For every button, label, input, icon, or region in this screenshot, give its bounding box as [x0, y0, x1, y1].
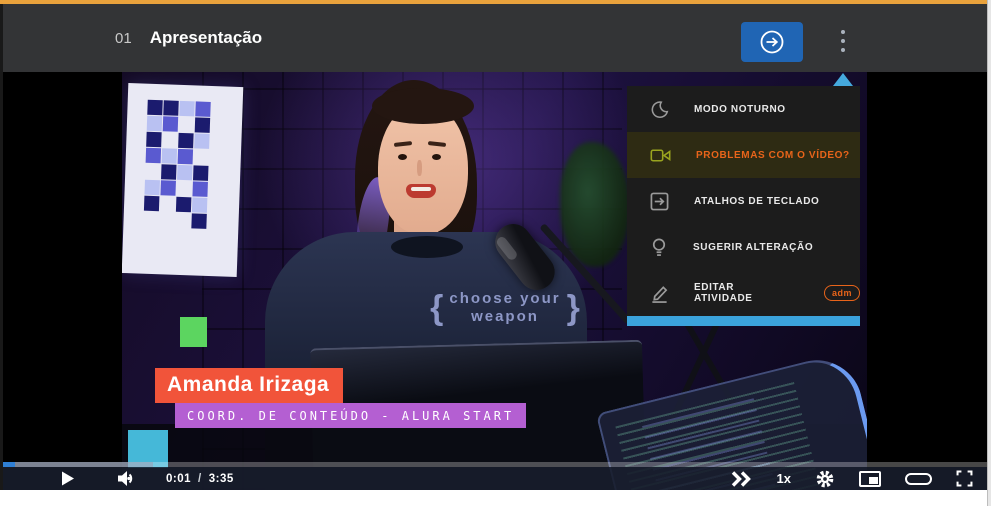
green-square-graphic	[180, 317, 207, 347]
plant	[560, 142, 630, 267]
lesson-number: 01	[115, 30, 132, 47]
skip-forward-button[interactable]	[731, 471, 753, 487]
tshirt-text: { choose your weapon }	[415, 290, 595, 326]
settings-gear-icon	[815, 469, 835, 489]
volume-icon	[117, 470, 138, 487]
lightbulb-icon	[650, 237, 668, 257]
fullscreen-button[interactable]	[956, 470, 973, 487]
pencil-icon	[650, 284, 669, 303]
activity-page: 01 Apresentação	[0, 0, 987, 506]
theater-icon	[905, 473, 932, 485]
options-kebab-menu-button[interactable]	[829, 18, 857, 64]
video-camera-icon	[650, 147, 671, 164]
progress-buffered	[15, 462, 153, 467]
lesson-title: Apresentação	[150, 28, 262, 48]
menu-item-problemas-video[interactable]: PROBLEMAS COM O VÍDEO?	[627, 132, 860, 178]
fullscreen-icon	[956, 470, 973, 487]
pip-button[interactable]	[859, 471, 881, 487]
dropdown-footer-bar	[627, 316, 860, 326]
next-activity-button[interactable]	[741, 22, 803, 62]
arrow-right-circle-icon	[758, 28, 786, 56]
progress-remaining	[153, 462, 987, 467]
kebab-dot	[841, 30, 845, 34]
theater-mode-button[interactable]	[905, 473, 932, 485]
progress-played	[3, 462, 15, 467]
kebab-dot	[841, 48, 845, 52]
keyboard-shortcut-icon	[650, 192, 669, 211]
scrollbar-track[interactable]	[987, 0, 991, 506]
menu-item-modo-noturno[interactable]: MODO NOTURNO	[627, 86, 860, 132]
play-icon	[61, 471, 75, 486]
menu-item-editar-atividade[interactable]: EDITAR ATIVIDADE adm	[627, 270, 860, 316]
speaker-fringe	[372, 88, 474, 124]
speaker-name-tag: Amanda Irizaga	[155, 368, 343, 403]
kebab-dot	[841, 39, 845, 43]
pip-icon	[859, 471, 881, 487]
skip-forward-icon	[731, 471, 753, 487]
progress-bar[interactable]	[3, 462, 987, 467]
menu-item-sugerir-alteracao[interactable]: SUGERIR ALTERAÇÃO	[627, 224, 860, 270]
menu-item-atalhos-teclado[interactable]: ATALHOS DE TECLADO	[627, 178, 860, 224]
window-left-edge	[0, 4, 3, 490]
volume-button[interactable]	[117, 470, 138, 487]
duration: 3:35	[209, 473, 234, 485]
play-button[interactable]	[61, 471, 75, 486]
adm-badge: adm	[824, 285, 860, 301]
speaker-role-tag: COORD. DE CONTEÚDO - ALURA START	[175, 403, 526, 428]
time-display: 0:01 / 3:35	[166, 473, 234, 485]
moon-icon	[650, 100, 669, 119]
playback-speed-button[interactable]: 1x	[777, 471, 791, 486]
controls-bar: 0:01 / 3:35 1x	[3, 467, 987, 490]
current-time: 0:01	[166, 473, 191, 485]
options-dropdown-menu: MODO NOTURNO PROBLEMAS COM O VÍDEO?	[627, 86, 860, 326]
video-player: { choose your weapon } Amanda I	[3, 72, 987, 490]
wall-poster	[122, 83, 243, 277]
player-controls: 0:01 / 3:35 1x	[3, 462, 987, 490]
settings-button[interactable]	[815, 469, 835, 489]
lesson-header: 01 Apresentação	[3, 4, 987, 72]
dropdown-pointer	[833, 73, 853, 86]
